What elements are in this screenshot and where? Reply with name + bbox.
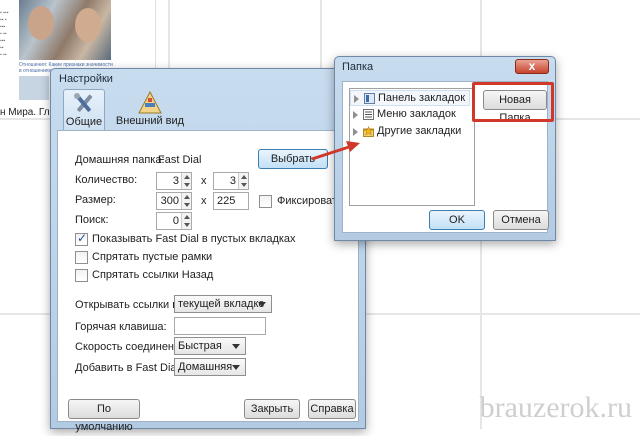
annotation-arrow-icon xyxy=(311,141,360,161)
